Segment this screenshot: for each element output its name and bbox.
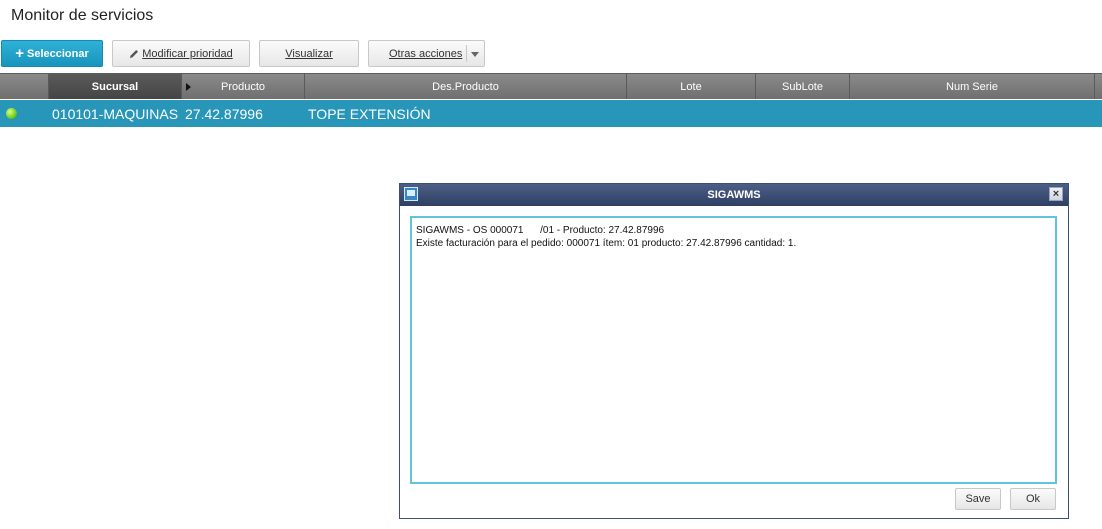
status-ok-icon <box>6 108 17 119</box>
message-line-1: SIGAWMS - OS 000071 /01 - Producto: 27.4… <box>416 225 665 236</box>
header-producto-label: Producto <box>220 80 266 93</box>
chevron-down-icon[interactable] <box>471 52 479 57</box>
dialog-titlebar[interactable]: SIGAWMS × <box>400 184 1068 206</box>
row-marker-icon <box>186 83 191 91</box>
close-icon[interactable]: × <box>1049 187 1063 201</box>
cell-des-producto: TOPE EXTENSIÓN <box>308 105 431 122</box>
pencil-icon <box>130 49 139 58</box>
select-button-label: Seleccionar <box>27 47 89 60</box>
window-icon <box>404 187 418 201</box>
message-textarea[interactable]: SIGAWMS - OS 000071 /01 - Producto: 27.4… <box>410 216 1057 484</box>
sigawms-dialog: SIGAWMS × SIGAWMS - OS 000071 /01 - Prod… <box>399 183 1069 519</box>
plus-icon: + <box>15 45 24 62</box>
header-sucursal[interactable]: Sucursal <box>49 74 182 99</box>
modify-priority-button[interactable]: Modificar prioridad <box>112 40 250 67</box>
header-status <box>0 74 49 99</box>
dialog-title: SIGAWMS <box>707 189 761 201</box>
cell-producto: 27.42.87996 <box>185 105 263 122</box>
cell-sucursal: 010101-MAQUINAS <box>52 105 179 122</box>
more-actions-label: Otras acciones <box>389 47 463 60</box>
more-actions-dropdown[interactable]: Otras acciones <box>368 40 485 67</box>
save-button[interactable]: Save <box>955 488 1001 510</box>
dropdown-separator <box>466 45 467 62</box>
table-row[interactable]: 010101-MAQUINAS 27.42.87996 TOPE EXTENSI… <box>0 100 1102 127</box>
header-sublote[interactable]: SubLote <box>756 74 850 99</box>
ok-button[interactable]: Ok <box>1010 488 1056 510</box>
select-button[interactable]: + Seleccionar <box>1 40 103 67</box>
modify-priority-label: Modificar prioridad <box>142 47 233 60</box>
header-des-producto[interactable]: Des.Producto <box>305 74 627 99</box>
page-title: Monitor de servicios <box>11 7 154 24</box>
header-lote[interactable]: Lote <box>627 74 756 99</box>
view-button-label: Visualizar <box>285 47 333 60</box>
view-button[interactable]: Visualizar <box>259 40 359 67</box>
header-producto[interactable]: Producto <box>182 74 305 99</box>
message-line-2: Existe facturación para el pedido: 00007… <box>416 238 797 249</box>
header-num-serie[interactable]: Num Serie <box>850 74 1095 99</box>
grid-header: Sucursal Producto Des.Producto Lote SubL… <box>0 73 1102 99</box>
